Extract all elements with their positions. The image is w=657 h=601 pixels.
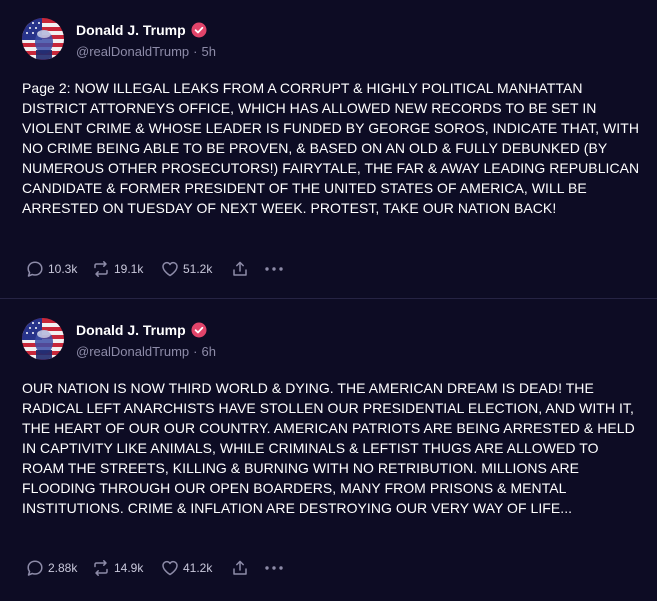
share-icon [233,261,247,276]
repost-button[interactable]: 19.1k [92,260,161,278]
like-count: 51.2k [183,262,213,276]
reply-icon [27,560,43,576]
post-text: Page 2: NOW ILLEGAL LEAKS FROM A CORRUPT… [22,80,640,216]
display-name[interactable]: Donald J. Trump [76,322,186,338]
post[interactable]: Donald J. Trump @realDonaldTrump · 5h Pa… [0,0,657,298]
avatar-icon [22,18,64,60]
post[interactable]: Donald J. Trump @realDonaldTrump · 6h OU… [0,300,657,601]
repost-count: 14.9k [114,561,144,575]
avatar-icon [22,318,64,360]
reply-count: 2.88k [48,561,78,575]
more-options-icon [265,566,283,570]
post-text: OUR NATION IS NOW THIRD WORLD & DYING. T… [22,380,635,516]
reply-icon [27,261,43,277]
repost-button[interactable]: 14.9k [92,559,161,577]
heart-icon [162,261,178,277]
more-options-icon [265,267,283,271]
author-meta: Donald J. Trump @realDonaldTrump · 6h [76,318,216,359]
avatar[interactable] [22,318,64,360]
heart-icon [162,560,178,576]
like-button[interactable]: 51.2k [161,260,231,278]
reply-button[interactable]: 10.3k [26,260,92,278]
share-button[interactable] [231,559,261,577]
post-actions: 10.3k 19.1k 51.2k [26,258,285,280]
more-options-button[interactable] [263,559,285,577]
separator-dot: · [193,344,198,359]
separator-dot: · [193,44,198,59]
handle[interactable]: @realDonaldTrump [76,344,189,359]
display-name[interactable]: Donald J. Trump [76,22,186,38]
post-divider [0,298,657,299]
repost-icon [94,560,108,576]
share-button[interactable] [231,260,261,278]
reply-button[interactable]: 2.88k [26,559,92,577]
author-meta: Donald J. Trump @realDonaldTrump · 5h [76,18,216,59]
post-header: Donald J. Trump @realDonaldTrump · 6h [22,318,216,364]
repost-count: 19.1k [114,262,144,276]
timestamp[interactable]: 5h [202,44,216,59]
handle[interactable]: @realDonaldTrump [76,44,189,59]
repost-icon [94,261,108,277]
verified-badge-icon [191,22,207,38]
post-header: Donald J. Trump @realDonaldTrump · 5h [22,18,216,64]
like-count: 41.2k [183,561,213,575]
post-actions: 2.88k 14.9k 41.2k [26,557,285,579]
like-button[interactable]: 41.2k [161,559,231,577]
share-icon [233,560,247,575]
feed: Donald J. Trump @realDonaldTrump · 5h Pa… [0,0,657,601]
avatar[interactable] [22,18,64,60]
more-options-button[interactable] [263,260,285,278]
verified-badge-icon [191,322,207,338]
timestamp[interactable]: 6h [202,344,216,359]
reply-count: 10.3k [48,262,78,276]
